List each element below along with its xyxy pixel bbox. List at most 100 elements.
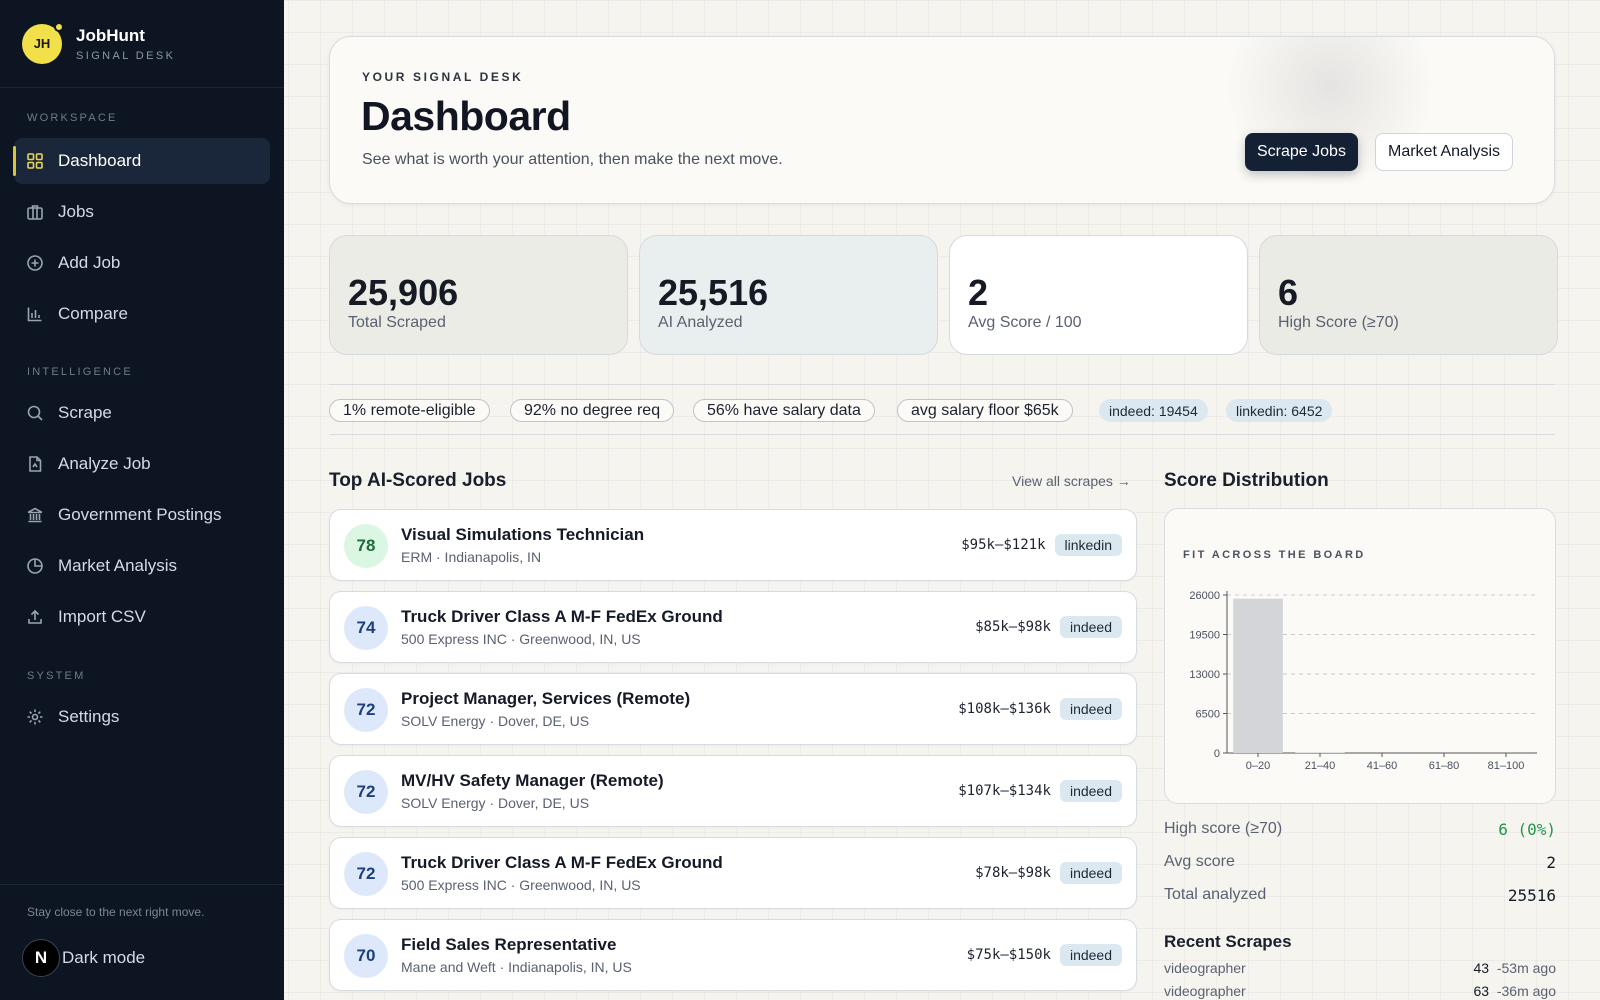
sidebar-item-label: Dashboard [58, 151, 142, 170]
sidebar-item-label: Jobs [58, 202, 94, 221]
y-tick-label: 19500 [1189, 630, 1220, 642]
brand-name: JobHunt [76, 25, 145, 45]
sidebar-item-import-csv[interactable]: Import CSV [14, 594, 270, 640]
insight-chip: 1% remote-eligible [329, 399, 490, 422]
stat-value: 2 [968, 272, 989, 313]
footer-tagline: Stay close to the next right move. [27, 905, 205, 919]
sidebar-item-settings[interactable]: Settings [14, 694, 270, 740]
job-title: Visual Simulations Technician [401, 525, 645, 544]
insight-chip: 92% no degree req [510, 399, 675, 422]
sidebar-item-label: Market Analysis [58, 556, 178, 575]
source-badge: indeed [1059, 616, 1122, 638]
job-title: Field Sales Representative [401, 935, 617, 954]
sidebar-item-label: Government Postings [58, 505, 222, 524]
stat-card-total-scraped: 25,906 Total Scraped [329, 235, 628, 355]
stat-card-avg-score: 2 Avg Score / 100 [949, 235, 1248, 355]
sidebar-item-label: Scrape [58, 403, 112, 422]
dark-mode-label: Dark mode [62, 948, 146, 967]
scrape-row[interactable]: videographer 43 -53m ago [1164, 960, 1556, 976]
job-subtitle: 500 Express INC · Greenwood, IN, US [401, 877, 641, 893]
scrape-query: videographer [1164, 983, 1246, 999]
job-card[interactable]: 70 Field Sales Representative Mane and W… [329, 919, 1137, 991]
hero-description: See what is worth your attention, then m… [362, 151, 783, 168]
sidebar-item-label: Compare [58, 304, 128, 323]
search-icon [26, 404, 44, 422]
stat-card-ai-analyzed: 25,516 AI Analyzed [639, 235, 938, 355]
job-subtitle: 500 Express INC · Greenwood, IN, US [401, 631, 641, 647]
scrape-count: 63 [1473, 983, 1490, 999]
score-distribution-title: Score Distribution [1164, 470, 1329, 491]
stat-value: 25,516 [658, 272, 769, 313]
sidebar: JH JobHunt SIGNAL DESK WORKSPACE Dashboa… [0, 0, 284, 1000]
page-title: Dashboard [361, 93, 571, 139]
stat-label: Avg Score / 100 [968, 314, 1082, 331]
sidebar-item-government-postings[interactable]: Government Postings [14, 492, 270, 538]
view-all-scrapes-link[interactable]: View all scrapes → [1012, 473, 1131, 489]
x-tick-label: 81–100 [1488, 760, 1525, 769]
score-badge: 72 [344, 770, 388, 814]
score-badge: 78 [344, 524, 388, 568]
hero-card: YOUR SIGNAL DESK Dashboard See what is w… [329, 36, 1555, 204]
gear-icon [26, 708, 44, 726]
sidebar-item-market-analysis[interactable]: Market Analysis [14, 543, 270, 589]
status-dot [54, 21, 64, 32]
nav-section-workspace: WORKSPACE [27, 112, 118, 124]
source-chip-indeed: indeed: 19454 [1099, 399, 1208, 422]
government-building-icon [26, 506, 44, 524]
briefcase-icon [26, 203, 44, 221]
metric-label: Avg score [1164, 853, 1235, 870]
sidebar-item-compare[interactable]: Compare [14, 291, 270, 337]
market-analysis-button[interactable]: Market Analysis [1375, 133, 1514, 171]
metric-label: High score (≥70) [1164, 820, 1283, 837]
sidebar-item-label: Add Job [58, 253, 121, 272]
sidebar-item-label: Analyze Job [58, 454, 151, 473]
salary-range: $85k–$98k [975, 619, 1051, 635]
stat-label: AI Analyzed [658, 314, 743, 331]
sidebar-item-jobs[interactable]: Jobs [14, 189, 270, 235]
metric-high-score: High score (≥70) 6 (0%) [1164, 820, 1556, 839]
scrape-jobs-button[interactable]: Scrape Jobs [1245, 133, 1358, 171]
job-card[interactable]: 72 Truck Driver Class A M-F FedEx Ground… [329, 837, 1137, 909]
metric-label: Total analyzed [1164, 886, 1267, 903]
salary-range: $108k–$136k [958, 701, 1051, 717]
sidebar-item-analyze-job[interactable]: Analyze Job [14, 441, 270, 487]
y-tick-label: 6500 [1196, 709, 1220, 721]
divider [329, 384, 1555, 385]
salary-range: $78k–$98k [975, 865, 1051, 881]
sidebar-item-scrape[interactable]: Scrape [14, 390, 270, 436]
salary-range: $75k–$150k [966, 947, 1051, 963]
hero-eyebrow: YOUR SIGNAL DESK [362, 70, 524, 84]
stat-value: 6 [1278, 272, 1299, 313]
sidebar-item-label: Import CSV [58, 607, 146, 626]
plus-circle-icon [26, 254, 44, 272]
y-tick-label: 0 [1214, 748, 1220, 760]
job-subtitle: Mane and Weft · Indianapolis, IN, US [401, 959, 632, 975]
document-icon [26, 455, 44, 473]
job-card[interactable]: 74 Truck Driver Class A M-F FedEx Ground… [329, 591, 1137, 663]
scrape-row[interactable]: videographer 63 -36m ago [1164, 983, 1556, 999]
metric-value: 25516 [1507, 886, 1556, 905]
source-badge: linkedin [1054, 534, 1122, 556]
source-chip-linkedin: linkedin: 6452 [1226, 399, 1333, 422]
salary-range: $107k–$134k [958, 783, 1051, 799]
score-badge: 74 [344, 606, 388, 650]
x-tick-label: 21–40 [1305, 760, 1336, 769]
job-card[interactable]: 78 Visual Simulations Technician ERM · I… [329, 509, 1137, 581]
stat-card-high-score: 6 High Score (≥70) [1259, 235, 1558, 355]
score-distribution-card: FIT ACROSS THE BOARD 0 6500 13000 19500 2600… [1164, 508, 1556, 804]
sidebar-item-dashboard[interactable]: Dashboard [13, 138, 270, 184]
dark-mode-toggle[interactable]: N Dark mode [22, 939, 145, 977]
source-badge: indeed [1059, 944, 1122, 966]
job-title: Project Manager, Services (Remote) [401, 689, 691, 708]
sidebar-item-add-job[interactable]: Add Job [14, 240, 270, 286]
job-title: Truck Driver Class A M-F FedEx Ground [401, 853, 723, 872]
salary-range: $95k–$121k [961, 537, 1046, 553]
brand[interactable]: JH JobHunt SIGNAL DESK [0, 0, 284, 88]
job-card[interactable]: 72 MV/HV Safety Manager (Remote) SOLV En… [329, 755, 1137, 827]
chart-eyebrow: FIT ACROSS THE BOARD [1183, 549, 1366, 561]
job-card[interactable]: 72 Project Manager, Services (Remote) SO… [329, 673, 1137, 745]
chart-bar [1295, 752, 1345, 753]
metric-value: 6 (0%) [1498, 820, 1556, 839]
source-badge: indeed [1059, 862, 1122, 884]
sidebar-footer: Stay close to the next right move. N Dar… [0, 884, 284, 1000]
